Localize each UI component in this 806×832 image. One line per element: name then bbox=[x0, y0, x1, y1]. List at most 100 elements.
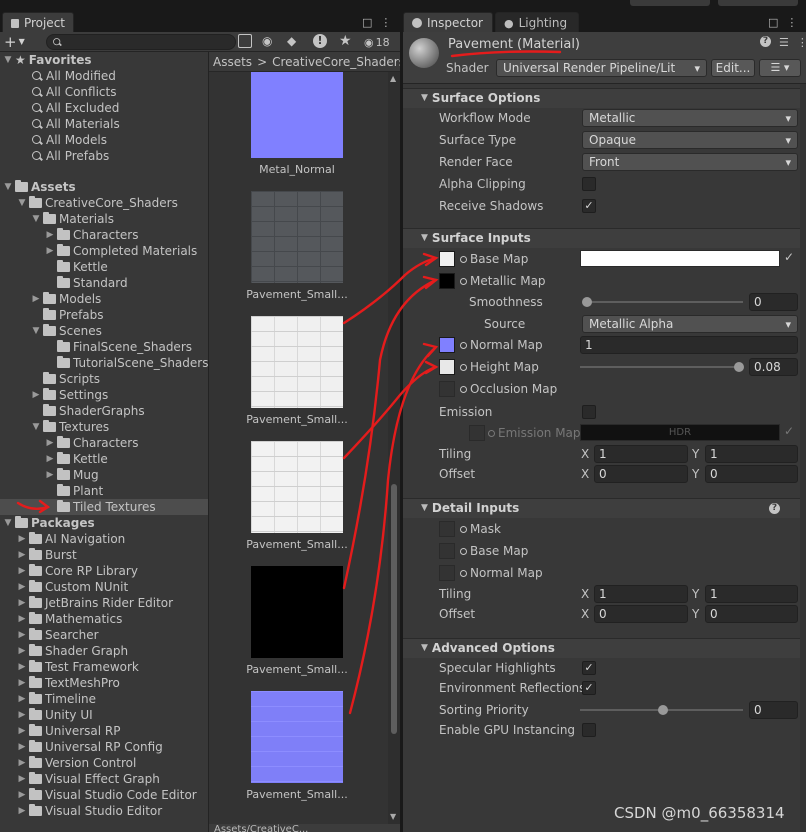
search-by-type-icon[interactable] bbox=[238, 34, 252, 48]
package-item[interactable]: ▶ Timeline bbox=[0, 691, 96, 707]
tree-item[interactable]: FinalScene_Shaders bbox=[0, 339, 192, 355]
foldout-open-icon[interactable]: ▼ bbox=[31, 214, 41, 224]
height-slider-track[interactable] bbox=[580, 366, 743, 368]
package-item[interactable]: ▶ TextMeshPro bbox=[0, 675, 120, 691]
inspector-scrollbar[interactable] bbox=[800, 84, 806, 832]
breadcrumb-root[interactable]: Assets bbox=[213, 55, 252, 69]
tree-item[interactable]: ShaderGraphs bbox=[0, 403, 145, 419]
tree-item[interactable]: Prefabs bbox=[0, 307, 104, 323]
foldout-closed-icon[interactable]: ▶ bbox=[45, 438, 55, 448]
asset-thumbnail[interactable] bbox=[251, 191, 343, 283]
scroll-thumb[interactable] bbox=[391, 484, 397, 734]
normal-map-slot[interactable] bbox=[439, 337, 455, 353]
detail-base-map-slot[interactable] bbox=[439, 543, 455, 559]
package-item[interactable]: ▶ Visual Studio Editor bbox=[0, 803, 162, 819]
favorite-item[interactable]: All Models bbox=[0, 132, 107, 148]
filter-by-warning-icon[interactable]: ! bbox=[313, 34, 327, 48]
favorite-item[interactable]: All Prefabs bbox=[0, 148, 109, 164]
tree-item[interactable]: TutorialScene_Shaders bbox=[0, 355, 208, 371]
receive-shadows-checkbox[interactable]: ✓ bbox=[582, 199, 596, 213]
tree-item[interactable]: Standard bbox=[0, 275, 128, 291]
layout-dropdown[interactable] bbox=[718, 0, 798, 6]
help-icon[interactable]: ? bbox=[769, 503, 780, 514]
height-map-slot[interactable] bbox=[439, 359, 455, 375]
alpha-clipping-checkbox[interactable] bbox=[582, 177, 596, 191]
detail-tiling-y-field[interactable]: 1 bbox=[705, 585, 798, 603]
foldout-closed-icon[interactable]: ▶ bbox=[17, 550, 27, 560]
package-item[interactable]: ▶ Visual Studio Code Editor bbox=[0, 787, 197, 803]
foldout-closed-icon[interactable]: ▶ bbox=[45, 470, 55, 480]
favorite-star-icon[interactable]: ★ bbox=[339, 33, 352, 49]
foldout-closed-icon[interactable]: ▶ bbox=[17, 758, 27, 768]
foldout-closed-icon[interactable]: ▶ bbox=[45, 246, 55, 256]
package-item[interactable]: ▶ Shader Graph bbox=[0, 643, 128, 659]
foldout-closed-icon[interactable]: ▶ bbox=[17, 742, 27, 752]
tree-item[interactable]: ▶ Settings bbox=[0, 387, 108, 403]
tab-inspector[interactable]: Inspector bbox=[403, 12, 493, 33]
tiling-x-field[interactable]: 1 bbox=[594, 445, 688, 463]
normal-scale-field[interactable]: 1 bbox=[580, 336, 798, 354]
surface-options-header[interactable]: ▼ Surface Options bbox=[421, 88, 806, 108]
detail-tiling-x-field[interactable]: 1 bbox=[594, 585, 688, 603]
offset-y-field[interactable]: 0 bbox=[705, 465, 798, 483]
source-dropdown[interactable]: Metallic Alpha bbox=[582, 315, 798, 333]
foldout-closed-icon[interactable]: ▶ bbox=[17, 774, 27, 784]
breadcrumb-current[interactable]: CreativeCore_Shaders bbox=[272, 55, 400, 69]
filter-by-label-icon[interactable]: ◆ bbox=[287, 34, 301, 48]
foldout-closed-icon[interactable]: ▶ bbox=[17, 566, 27, 576]
advanced-options-header[interactable]: ▼ Advanced Options bbox=[421, 638, 806, 658]
kebab-menu-icon[interactable]: ⋮ bbox=[786, 16, 797, 29]
asset-thumbnail[interactable] bbox=[251, 72, 343, 158]
package-item[interactable]: ▶ Universal RP Config bbox=[0, 739, 163, 755]
tree-item[interactable]: ▼ Materials bbox=[0, 211, 114, 227]
favorite-item[interactable]: All Excluded bbox=[0, 100, 119, 116]
render-face-dropdown[interactable]: Front bbox=[582, 153, 798, 171]
eyedropper-icon[interactable]: ✓ bbox=[784, 250, 794, 264]
foldout-open-icon[interactable]: ▼ bbox=[17, 198, 27, 208]
base-map-slot[interactable] bbox=[439, 251, 455, 267]
hidden-packages-toggle[interactable]: ◉ 18 bbox=[364, 34, 390, 50]
favorites-header[interactable]: ▼ ★ Favorites bbox=[0, 52, 92, 68]
surface-inputs-header[interactable]: ▼ Surface Inputs bbox=[421, 228, 806, 248]
smoothness-slider-track[interactable] bbox=[585, 301, 743, 303]
smoothness-slider-knob[interactable] bbox=[582, 297, 592, 307]
tree-item[interactable]: ▼ Textures bbox=[0, 419, 109, 435]
help-icon[interactable]: ? bbox=[760, 36, 771, 47]
package-item[interactable]: ▶ Universal RP bbox=[0, 723, 120, 739]
packages-header[interactable]: ▼ Packages bbox=[0, 515, 95, 531]
tiling-y-field[interactable]: 1 bbox=[705, 445, 798, 463]
foldout-closed-icon[interactable]: ▶ bbox=[45, 230, 55, 240]
tree-item[interactable]: Kettle bbox=[0, 259, 108, 275]
project-window-menu[interactable]: □ ⋮ bbox=[362, 14, 400, 30]
base-color-field[interactable] bbox=[580, 250, 780, 267]
package-item[interactable]: ▶ Custom NUnit bbox=[0, 579, 128, 595]
tree-item[interactable]: ▶ Kettle bbox=[0, 451, 108, 467]
surface-type-dropdown[interactable]: Opaque bbox=[582, 131, 798, 149]
favorite-item[interactable]: All Modified bbox=[0, 68, 116, 84]
lock-icon[interactable]: □ bbox=[362, 16, 372, 29]
preset-icon[interactable]: ☰ bbox=[779, 36, 789, 49]
workflow-mode-dropdown[interactable]: Metallic bbox=[582, 109, 798, 127]
offset-x-field[interactable]: 0 bbox=[594, 465, 688, 483]
metallic-map-slot[interactable] bbox=[439, 273, 455, 289]
tree-item[interactable]: ▼ CreativeCore_Shaders bbox=[0, 195, 178, 211]
tree-item[interactable]: ▶ Mug bbox=[0, 467, 99, 483]
foldout-closed-icon[interactable]: ▶ bbox=[31, 294, 41, 304]
package-item[interactable]: ▶ AI Navigation bbox=[0, 531, 125, 547]
foldout-closed-icon[interactable]: ▶ bbox=[17, 646, 27, 656]
scroll-up-arrow-icon[interactable]: ▲ bbox=[390, 74, 396, 83]
detail-mask-slot[interactable] bbox=[439, 521, 455, 537]
foldout-closed-icon[interactable]: ▶ bbox=[17, 662, 27, 672]
tree-item[interactable]: ▶ Models bbox=[0, 291, 101, 307]
package-item[interactable]: ▶ Burst bbox=[0, 547, 77, 563]
foldout-open-icon[interactable]: ▼ bbox=[31, 422, 41, 432]
package-item[interactable]: ▶ Test Framework bbox=[0, 659, 139, 675]
package-item[interactable]: ▶ Searcher bbox=[0, 627, 99, 643]
tree-item[interactable]: Plant bbox=[0, 483, 103, 499]
sorting-priority-field[interactable]: 0 bbox=[749, 701, 798, 719]
detail-inputs-header[interactable]: ▼ Detail Inputs bbox=[421, 498, 806, 518]
detail-offset-x-field[interactable]: 0 bbox=[594, 605, 688, 623]
scroll-down-arrow-icon[interactable]: ▼ bbox=[390, 812, 396, 821]
package-item[interactable]: ▶ Mathematics bbox=[0, 611, 122, 627]
package-item[interactable]: ▶ Visual Effect Graph bbox=[0, 771, 160, 787]
